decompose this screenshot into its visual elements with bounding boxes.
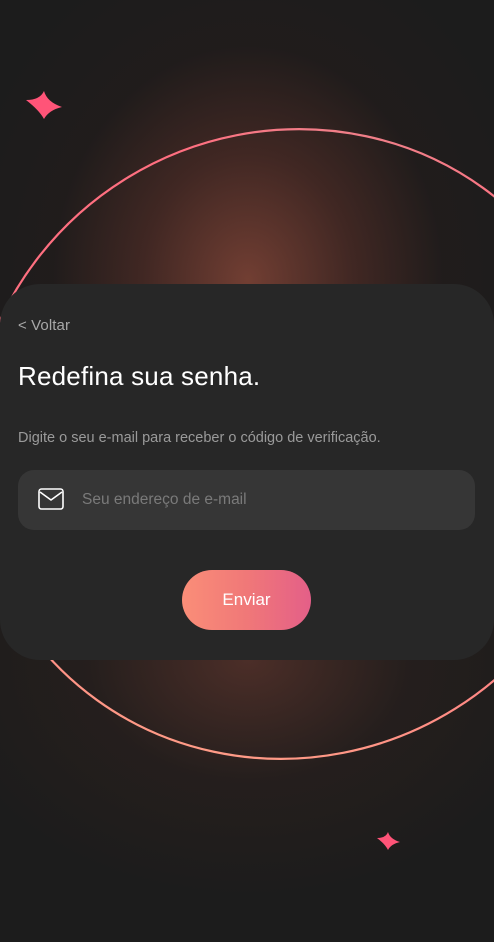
sparkle-bottom-right bbox=[377, 832, 400, 850]
instruction-text: Digite o seu e-mail para receber o códig… bbox=[18, 430, 381, 446]
email-field[interactable] bbox=[18, 470, 475, 530]
sparkle-top-left bbox=[26, 91, 62, 119]
reset-password-screen: < Voltar Redefina sua senha. Digite o se… bbox=[0, 0, 494, 942]
page-title: Redefina sua senha. bbox=[18, 361, 261, 391]
send-button[interactable]: Enviar bbox=[182, 570, 311, 630]
mail-icon bbox=[38, 488, 64, 510]
back-link[interactable]: < Voltar bbox=[18, 317, 70, 334]
email-input[interactable] bbox=[82, 470, 462, 530]
